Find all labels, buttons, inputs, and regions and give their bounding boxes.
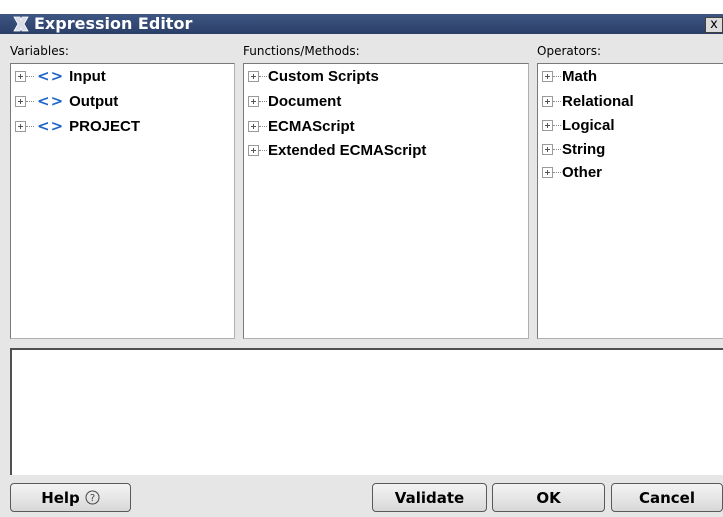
expand-icon[interactable] xyxy=(542,70,553,82)
validate-button[interactable]: Validate xyxy=(372,483,487,512)
ok-label: OK xyxy=(536,488,561,507)
tree-connector xyxy=(259,149,267,151)
tree-item-label: Extended ECMAScript xyxy=(268,141,427,159)
tree-item-other[interactable]: Other xyxy=(542,162,602,182)
window-title: Expression Editor xyxy=(34,14,193,33)
validate-label: Validate xyxy=(394,488,465,507)
tree-item-logical[interactable]: Logical xyxy=(542,115,615,135)
tree-connector xyxy=(553,75,561,77)
tree-item-label: Input xyxy=(69,67,106,85)
tree-item-ecmascript[interactable]: ECMAScript xyxy=(248,116,355,136)
svg-text:?: ? xyxy=(90,493,95,504)
tree-item-extended-ecmascript[interactable]: Extended ECMAScript xyxy=(248,140,426,160)
expand-icon[interactable] xyxy=(542,143,553,155)
title-bar[interactable]: Expression Editor x xyxy=(0,0,723,34)
tree-item-string[interactable]: String xyxy=(542,139,605,159)
tree-item-label: Output xyxy=(69,92,119,110)
expand-icon[interactable] xyxy=(248,144,259,156)
expand-icon[interactable] xyxy=(15,95,26,107)
tree-connector xyxy=(553,148,561,150)
expand-icon[interactable] xyxy=(15,120,26,132)
variable-icon: <> xyxy=(37,67,65,85)
close-icon: x xyxy=(710,17,718,32)
tree-item-label: String xyxy=(562,140,606,158)
expand-icon[interactable] xyxy=(248,70,259,82)
expand-icon[interactable] xyxy=(542,119,553,131)
expression-editor-icon xyxy=(12,16,30,32)
tree-connector xyxy=(259,100,267,102)
variable-icon: <> xyxy=(37,92,65,110)
tree-item-label: Custom Scripts xyxy=(268,67,379,85)
tree-connector xyxy=(553,124,561,126)
cancel-button[interactable]: Cancel xyxy=(611,483,723,512)
tree-connector xyxy=(26,125,34,127)
tree-connector xyxy=(553,171,561,173)
tree-item-document[interactable]: Document xyxy=(248,91,341,111)
functions-label: Functions/Methods: xyxy=(243,44,360,58)
tree-item-custom-scripts[interactable]: Custom Scripts xyxy=(248,66,379,86)
tree-item-label: Math xyxy=(562,67,597,85)
ok-button[interactable]: OK xyxy=(492,483,605,512)
tree-item-label: ECMAScript xyxy=(268,117,355,135)
expand-icon[interactable] xyxy=(542,166,553,178)
operators-tree[interactable]: Math Relational Logical String Other xyxy=(537,63,723,339)
tree-item-label: PROJECT xyxy=(69,117,140,135)
tree-item-label: Relational xyxy=(562,92,634,110)
tree-item-project[interactable]: <> PROJECT xyxy=(15,116,140,136)
operators-label: Operators: xyxy=(537,44,602,58)
tree-item-label: Other xyxy=(562,163,603,181)
tree-connector xyxy=(553,100,561,102)
tree-item-output[interactable]: <> Output xyxy=(15,91,118,111)
tree-connector xyxy=(259,75,267,77)
variables-tree[interactable]: <> Input <> Output <> PROJECT xyxy=(10,63,235,339)
variables-label: Variables: xyxy=(10,44,69,58)
expand-icon[interactable] xyxy=(15,70,26,82)
tree-item-label: Document xyxy=(268,92,342,110)
expand-icon[interactable] xyxy=(248,95,259,107)
tree-connector xyxy=(259,125,267,127)
tree-item-math[interactable]: Math xyxy=(542,66,597,86)
tree-item-relational[interactable]: Relational xyxy=(542,91,634,111)
expression-input[interactable] xyxy=(10,348,723,475)
dialog-body: Variables: <> Input <> Output <> PROJECT… xyxy=(0,34,723,517)
functions-tree[interactable]: Custom Scripts Document ECMAScript Exten… xyxy=(243,63,529,339)
help-label: Help xyxy=(41,488,80,507)
expand-icon[interactable] xyxy=(248,120,259,132)
help-icon: ? xyxy=(85,490,100,505)
variable-icon: <> xyxy=(37,117,65,135)
tree-connector xyxy=(26,75,34,77)
tree-connector xyxy=(26,100,34,102)
close-button[interactable]: x xyxy=(705,17,723,33)
cancel-label: Cancel xyxy=(638,488,695,507)
tree-item-input[interactable]: <> Input xyxy=(15,66,106,86)
expand-icon[interactable] xyxy=(542,95,553,107)
help-button[interactable]: Help ? xyxy=(10,483,131,512)
tree-item-label: Logical xyxy=(562,116,615,134)
